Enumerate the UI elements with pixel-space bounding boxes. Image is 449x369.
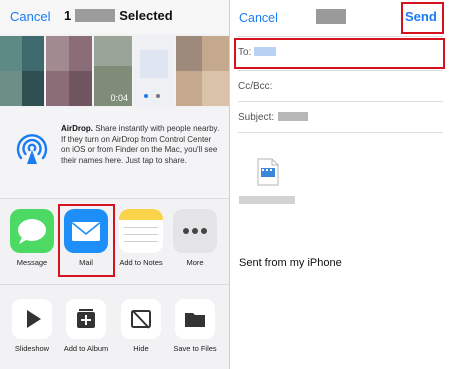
send-highlight-box — [401, 2, 444, 34]
selection-title-suffix: Selected — [119, 8, 173, 23]
share-sheet: Cancel 1 Selected 0:04 AirDrop. Share in… — [0, 0, 229, 369]
share-app-message[interactable]: Message — [4, 209, 60, 267]
cc-bcc-label: Cc/Bcc: — [238, 81, 273, 92]
photo-strip[interactable]: 0:04 — [0, 36, 229, 106]
messages-icon — [10, 209, 54, 253]
photo-thumbnail[interactable] — [134, 36, 174, 106]
action-slideshow[interactable]: Slideshow — [4, 299, 60, 353]
redacted-text — [75, 9, 116, 22]
photo-thumbnail[interactable] — [0, 36, 44, 106]
compose-cancel-button[interactable]: Cancel — [239, 11, 278, 25]
subject-label: Subject: — [238, 112, 275, 123]
notes-icon — [119, 209, 163, 253]
share-app-label: Add to Notes — [119, 258, 163, 267]
field-divider — [238, 70, 443, 71]
folder-icon — [175, 299, 215, 339]
action-add-to-album[interactable]: Add to Album — [58, 299, 114, 353]
action-save-to-files[interactable]: Save to Files — [167, 299, 223, 353]
share-app-label: Message — [16, 258, 48, 267]
share-app-label: More — [186, 258, 204, 267]
video-file-icon[interactable] — [257, 158, 279, 186]
action-label: Add to Album — [63, 344, 109, 353]
photo-thumbnail[interactable] — [176, 36, 229, 106]
share-sheet-header: Cancel 1 Selected — [0, 0, 229, 34]
cc-bcc-field[interactable]: Cc/Bcc: — [238, 81, 272, 92]
email-body-signature[interactable]: Sent from my iPhone — [239, 257, 342, 269]
hide-icon — [121, 299, 161, 339]
share-app-more[interactable]: More — [167, 209, 223, 267]
subject-field[interactable]: Subject: — [238, 112, 309, 123]
airdrop-section: AirDrop. Share instantly with people nea… — [0, 108, 229, 199]
attachment-name-redacted — [239, 196, 295, 204]
share-app-notes[interactable]: Add to Notes — [113, 209, 169, 267]
photo-thumbnail[interactable] — [46, 36, 92, 106]
action-label: Save to Files — [173, 344, 217, 353]
add-to-album-icon — [66, 299, 106, 339]
play-icon — [12, 299, 52, 339]
field-divider — [238, 101, 443, 102]
video-thumbnail[interactable]: 0:04 — [94, 36, 132, 106]
airdrop-title: AirDrop. — [61, 124, 93, 133]
selection-count: 1 — [64, 8, 72, 23]
header-divider — [238, 36, 443, 37]
field-divider — [238, 132, 443, 133]
share-actions-row: Slideshow Add to Album Hide Save to File… — [0, 290, 229, 369]
mail-compose: Cancel Send To: Cc/Bcc: Subject: Sent fr… — [230, 0, 449, 369]
selection-title: 1 Selected — [64, 8, 173, 23]
video-duration: 0:04 — [110, 93, 128, 103]
mail-highlight-box — [58, 204, 115, 277]
compose-title-redacted — [316, 9, 346, 24]
share-cancel-button[interactable]: Cancel — [10, 9, 50, 24]
more-icon — [173, 209, 217, 253]
subject-redacted — [278, 112, 309, 121]
airdrop-description: AirDrop. Share instantly with people nea… — [61, 124, 221, 166]
action-label: Slideshow — [14, 344, 50, 353]
action-hide[interactable]: Hide — [113, 299, 169, 353]
to-highlight-box — [234, 38, 445, 69]
airdrop-icon — [16, 134, 48, 164]
action-label: Hide — [133, 344, 149, 353]
